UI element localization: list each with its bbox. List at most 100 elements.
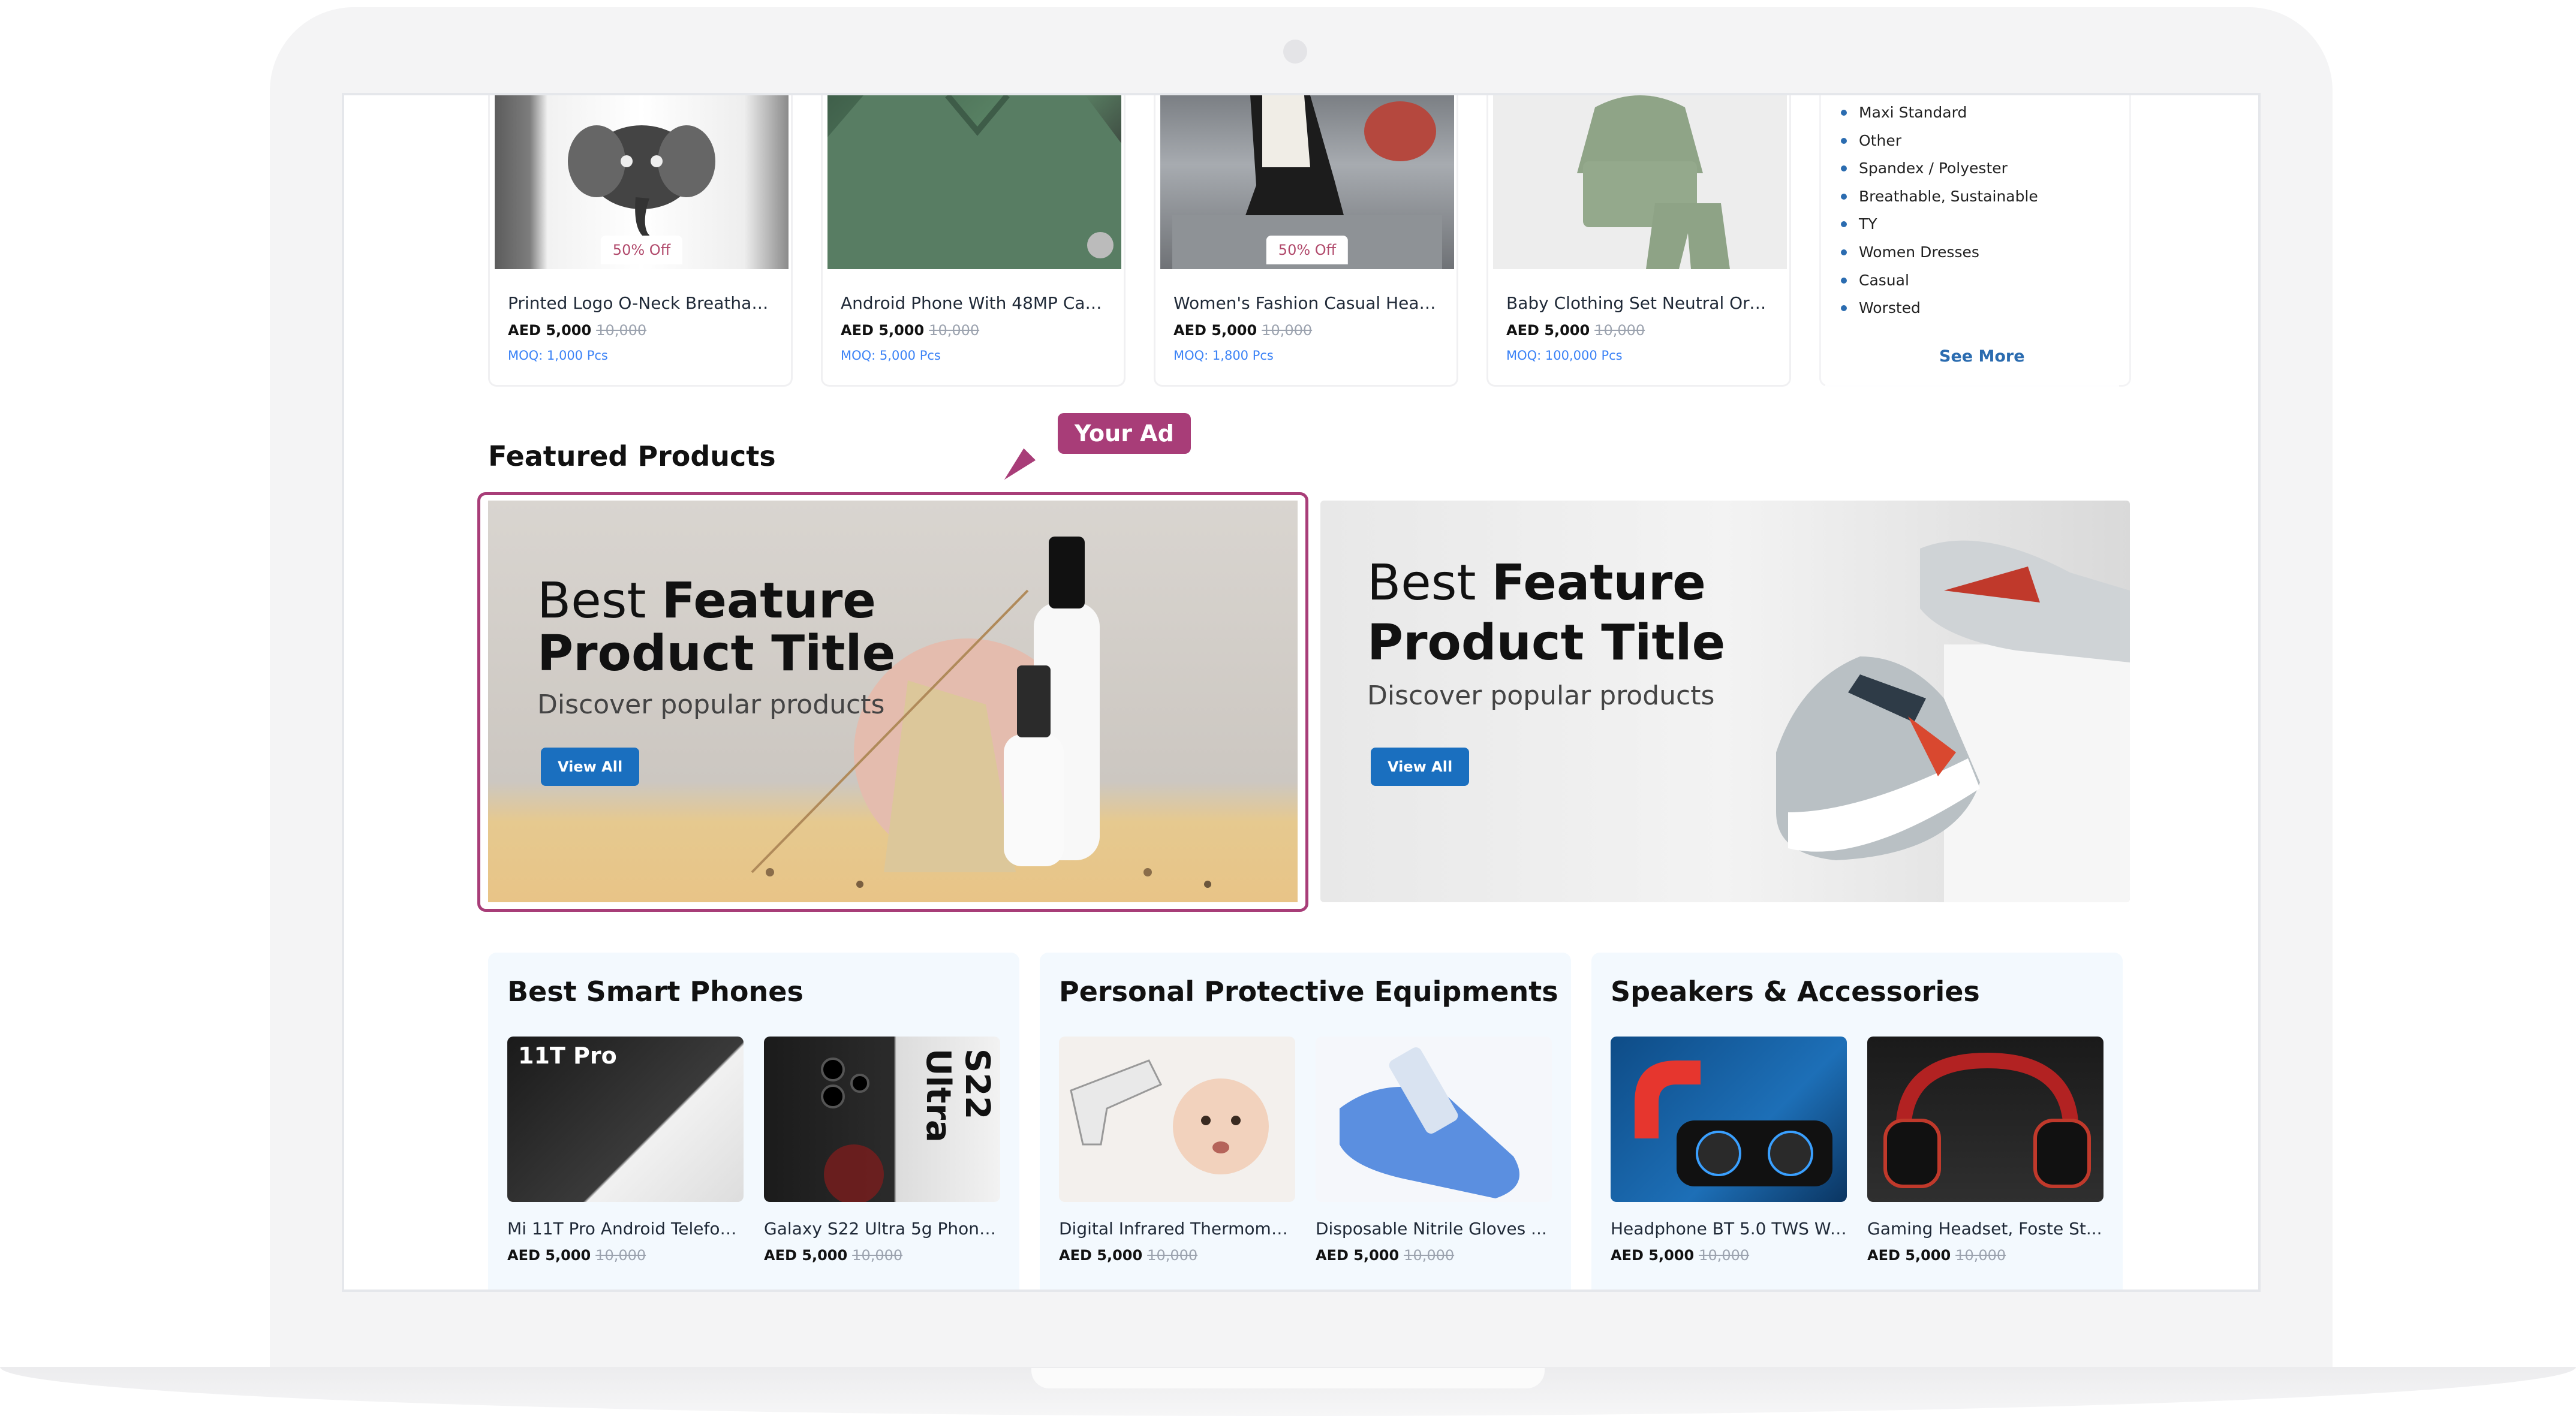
- filter-option[interactable]: TY: [1841, 210, 2038, 239]
- browser-screen: 50% Off Printed Logo O-Neck Breathabl...…: [342, 93, 2261, 1292]
- product-price: AED 5,000 10,000: [1506, 322, 1645, 339]
- banner-heading-light: Best: [537, 573, 662, 629]
- callout-arrow-icon: [998, 448, 1036, 486]
- discount-badge: 50% Off: [1266, 236, 1349, 264]
- price-old: 10,000: [1699, 1247, 1750, 1264]
- product-image: [1059, 1037, 1295, 1202]
- banner-heading-line2: Product Title: [1367, 614, 1726, 671]
- panel-product[interactable]: Digital Infrared Thermomet... AED 5,000 1…: [1059, 1037, 1295, 1264]
- panel-product[interactable]: Gaming Headset, Foste St... AED 5,000 10,…: [1867, 1037, 2103, 1264]
- discount-badge: 50% Off: [600, 236, 683, 264]
- product-image: [1493, 95, 1787, 269]
- phone-model-text: 11T Pro: [518, 1043, 617, 1069]
- banner-heading-line2: Product Title: [537, 625, 896, 682]
- filter-option[interactable]: Women Dresses: [1841, 239, 2038, 267]
- product-title[interactable]: Mi 11T Pro Android Telefonic...: [507, 1219, 744, 1239]
- panel-title: Speakers & Accessories: [1611, 975, 1980, 1008]
- filter-option[interactable]: Spandex / Polyester: [1841, 155, 2038, 183]
- product-moq: MOQ: 100,000 Pcs: [1506, 348, 1623, 363]
- price-current: AED 5,000: [841, 322, 925, 339]
- product-image: [827, 95, 1121, 269]
- price-old: 10,000: [1404, 1247, 1455, 1264]
- product-card[interactable]: Baby Clothing Set Neutral Orga... AED 5,…: [1486, 95, 1791, 387]
- filter-option[interactable]: Worsted: [1841, 294, 2038, 323]
- product-price: AED 5,000 10,000: [1867, 1247, 2103, 1264]
- price-current: AED 5,000: [1506, 322, 1590, 339]
- product-moq: MOQ: 5,000 Pcs: [841, 348, 941, 363]
- gaming-headset-image: [1883, 1052, 2091, 1188]
- product-image: 50% Off: [495, 95, 789, 269]
- nitrile-gloves-image: [1340, 1047, 1519, 1198]
- filter-option[interactable]: Maxi Standard: [1841, 99, 2038, 127]
- filter-option[interactable]: Other: [1841, 127, 2038, 155]
- product-image: [1316, 1037, 1552, 1202]
- panel-product[interactable]: Disposable Nitrile Gloves ... AED 5,000 1…: [1316, 1037, 1552, 1264]
- see-more-link[interactable]: See More: [1939, 347, 2025, 366]
- panel-title: Best Smart Phones: [507, 975, 804, 1008]
- camera-icon: [1283, 40, 1307, 64]
- product-title[interactable]: Headphone BT 5.0 TWS Wa...: [1611, 1219, 1847, 1239]
- material-filter-list: Maxi Standard Other Spandex / Polyester …: [1825, 95, 2119, 387]
- banner-heading-bold: Feature: [661, 573, 876, 629]
- section-title: Featured Products: [488, 440, 776, 472]
- laptop-notch: [1031, 1368, 1545, 1388]
- your-ad-callout: Your Ad: [1058, 413, 1191, 454]
- panel-product[interactable]: Headphone BT 5.0 TWS Wa... AED 5,000 10,0…: [1611, 1037, 1847, 1264]
- price-old: 10,000: [852, 1247, 903, 1264]
- view-all-button[interactable]: View All: [1371, 748, 1470, 786]
- panel-product[interactable]: 11T Pro Mi 11T Pro Android Telefonic... …: [507, 1037, 744, 1264]
- price-current: AED 5,000: [507, 1247, 591, 1264]
- product-title[interactable]: Baby Clothing Set Neutral Orga...: [1506, 293, 1776, 313]
- price-old: 10,000: [596, 322, 647, 339]
- filter-option[interactable]: Casual: [1841, 267, 2038, 295]
- product-card[interactable]: Android Phone With 48MP Cam... AED 5,000…: [821, 95, 1126, 387]
- product-price: AED 5,000 10,000: [1316, 1247, 1552, 1264]
- price-current: AED 5,000: [508, 322, 592, 339]
- category-panel-smart-phones: Best Smart Phones 11T Pro Mi 11T Pro And…: [488, 953, 1019, 1290]
- featured-banner[interactable]: Best Feature Product Title Discover popu…: [488, 501, 1298, 902]
- product-price: AED 5,000 10,000: [507, 1247, 744, 1264]
- product-price: AED 5,000 10,000: [1611, 1247, 1847, 1264]
- banner-subtitle: Discover popular products: [537, 689, 885, 720]
- price-current: AED 5,000: [1173, 322, 1257, 339]
- product-title[interactable]: Printed Logo O-Neck Breathabl...: [508, 293, 778, 313]
- price-old: 10,000: [1594, 322, 1645, 339]
- product-moq: MOQ: 1,800 Pcs: [1173, 348, 1274, 363]
- product-price: AED 5,000 10,000: [508, 322, 646, 339]
- banner-heading-light: Best: [1367, 555, 1492, 611]
- polo-shirt-icon: [827, 95, 1121, 269]
- banner-heading-bold: Feature: [1491, 555, 1706, 611]
- price-old: 10,000: [1955, 1247, 2006, 1264]
- price-old: 10,000: [1262, 322, 1313, 339]
- phone-model-text: S22 Ultra: [919, 1049, 997, 1143]
- product-card[interactable]: 50% Off Women's Fashion Casual Heav... A…: [1154, 95, 1458, 387]
- banner-heading: Best Feature: [1367, 555, 1706, 611]
- price-current: AED 5,000: [1611, 1247, 1695, 1264]
- product-title[interactable]: Android Phone With 48MP Cam...: [841, 293, 1111, 313]
- product-title[interactable]: Gaming Headset, Foste St...: [1867, 1219, 2103, 1239]
- product-image: 50% Off: [1160, 95, 1454, 269]
- product-moq: MOQ: 1,000 Pcs: [508, 348, 608, 363]
- filter-option[interactable]: Breathable, Sustainable: [1841, 183, 2038, 211]
- thermometer-baby-image: [1070, 1059, 1269, 1174]
- product-image: 11T Pro: [507, 1037, 744, 1202]
- product-price: AED 5,000 10,000: [1173, 322, 1312, 339]
- product-title[interactable]: Disposable Nitrile Gloves ...: [1316, 1219, 1552, 1239]
- product-image: [1611, 1037, 1847, 1202]
- category-panel-protective-equipment: Personal Protective Equipments Digital I…: [1040, 953, 1571, 1290]
- product-title[interactable]: Women's Fashion Casual Heav...: [1173, 293, 1443, 313]
- product-title[interactable]: Galaxy S22 Ultra 5g Phone...: [764, 1219, 1000, 1239]
- panel-product[interactable]: S22 Ultra Galaxy S22 Ultra 5g Phone... A…: [764, 1037, 1000, 1264]
- baby-hoodie-icon: [1577, 95, 1730, 269]
- earbuds-image: [1635, 1061, 1832, 1186]
- price-old: 10,000: [1147, 1247, 1198, 1264]
- product-title[interactable]: Digital Infrared Thermomet...: [1059, 1219, 1295, 1239]
- category-panel-speakers: Speakers & Accessories Headphone BT 5.0 …: [1591, 953, 2123, 1290]
- product-image: [1867, 1037, 2103, 1202]
- featured-banner[interactable]: Best Feature Product Title Discover popu…: [1320, 501, 2130, 902]
- price-old: 10,000: [595, 1247, 646, 1264]
- product-card[interactable]: 50% Off Printed Logo O-Neck Breathabl...…: [488, 95, 793, 387]
- view-all-button[interactable]: View All: [541, 748, 640, 786]
- panel-title: Personal Protective Equipments: [1059, 975, 1558, 1008]
- price-old: 10,000: [929, 322, 980, 339]
